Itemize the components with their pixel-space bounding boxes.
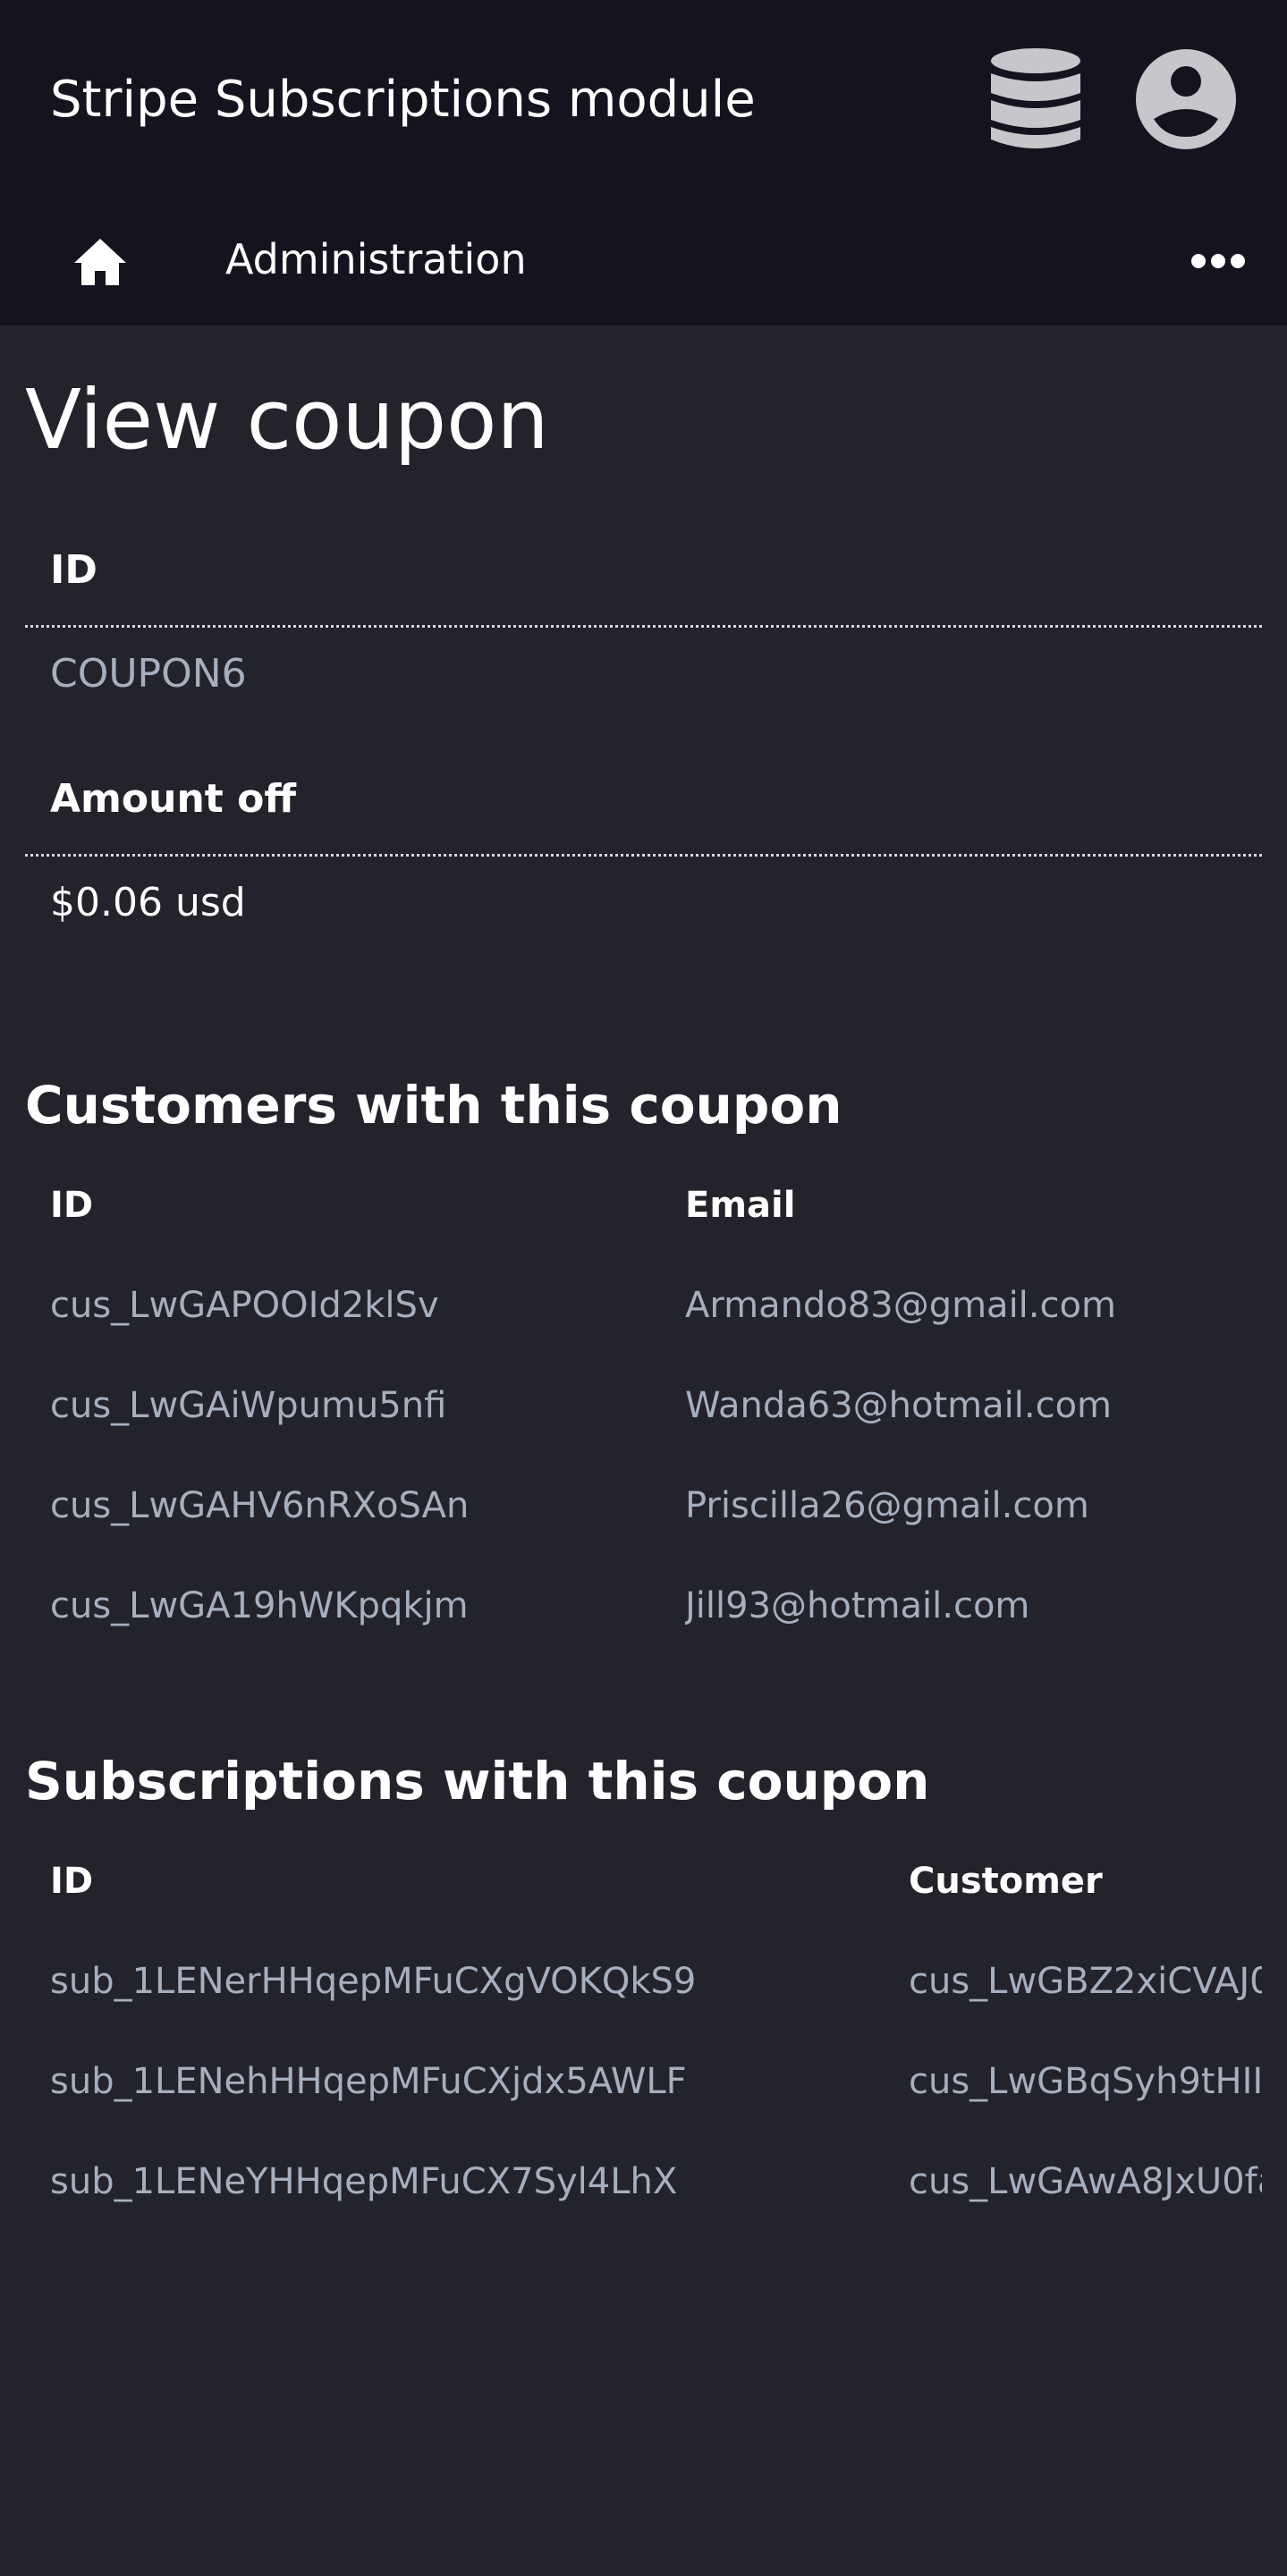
field-value-amount-off: $0.06 usd (50, 880, 246, 925)
subscriptions-section-title: Subscriptions with this coupon (25, 1751, 930, 1812)
customers-header-email: Email (685, 1185, 796, 1226)
subscriptions-header-customer: Customer (909, 1861, 1103, 1902)
field-label-amount-off: Amount off (50, 776, 296, 822)
customers-section-title: Customers with this coupon (25, 1075, 842, 1136)
customer-email-cell: Jill93@hotmail.com (685, 1585, 1030, 1626)
customer-id-cell[interactable]: cus_LwGAPOOId2klSv (50, 1280, 439, 1330)
field-divider (25, 854, 1262, 857)
field-value-id: COUPON6 (50, 651, 247, 697)
subscription-customer-cell[interactable]: cus_LwGBqSyh9tHII( (909, 2057, 1262, 2107)
subscriptions-header-id: ID (50, 1861, 94, 1902)
customer-id-cell[interactable]: cus_LwGA19hWKpqkjm (50, 1581, 469, 1631)
home-icon[interactable] (72, 235, 128, 291)
customer-id-cell[interactable]: cus_LwGAiWpumu5nfi (50, 1381, 446, 1431)
subscription-customer-cell[interactable]: cus_LwGBZ2xiCVAJ0 (909, 1956, 1262, 2006)
customer-email-cell: Priscilla26@gmail.com (685, 1485, 1089, 1526)
page-title: View coupon (25, 372, 549, 468)
customers-header-id: ID (50, 1185, 94, 1226)
subscription-id-cell[interactable]: sub_1LENehHHqepMFuCXjdx5AWLF (50, 2057, 687, 2107)
more-horizontal-icon[interactable] (1190, 250, 1247, 272)
app-title: Stripe Subscriptions module (50, 71, 756, 129)
nav-administration-link[interactable]: Administration (225, 228, 527, 291)
customer-email-cell: Wanda63@hotmail.com (685, 1385, 1113, 1426)
subscription-id-cell[interactable]: sub_1LENerHHqepMFuCXgVOKQkS9 (50, 1956, 696, 2006)
subscription-id-cell[interactable]: sub_1LENeYHHqepMFuCX7Syl4LhX (50, 2157, 677, 2207)
database-icon[interactable] (988, 46, 1083, 154)
field-label-id: ID (50, 547, 97, 593)
subscription-customer-cell[interactable]: cus_LwGAwA8JxU0fa (909, 2157, 1262, 2207)
navigation-bar: Administration (0, 201, 1287, 325)
account-circle-icon[interactable] (1134, 47, 1238, 151)
customer-id-cell[interactable]: cus_LwGAHV6nRXoSAn (50, 1481, 469, 1531)
top-app-bar: Stripe Subscriptions module (0, 0, 1287, 201)
field-divider (25, 625, 1262, 628)
customer-email-cell: Armando83@gmail.com (685, 1285, 1116, 1326)
